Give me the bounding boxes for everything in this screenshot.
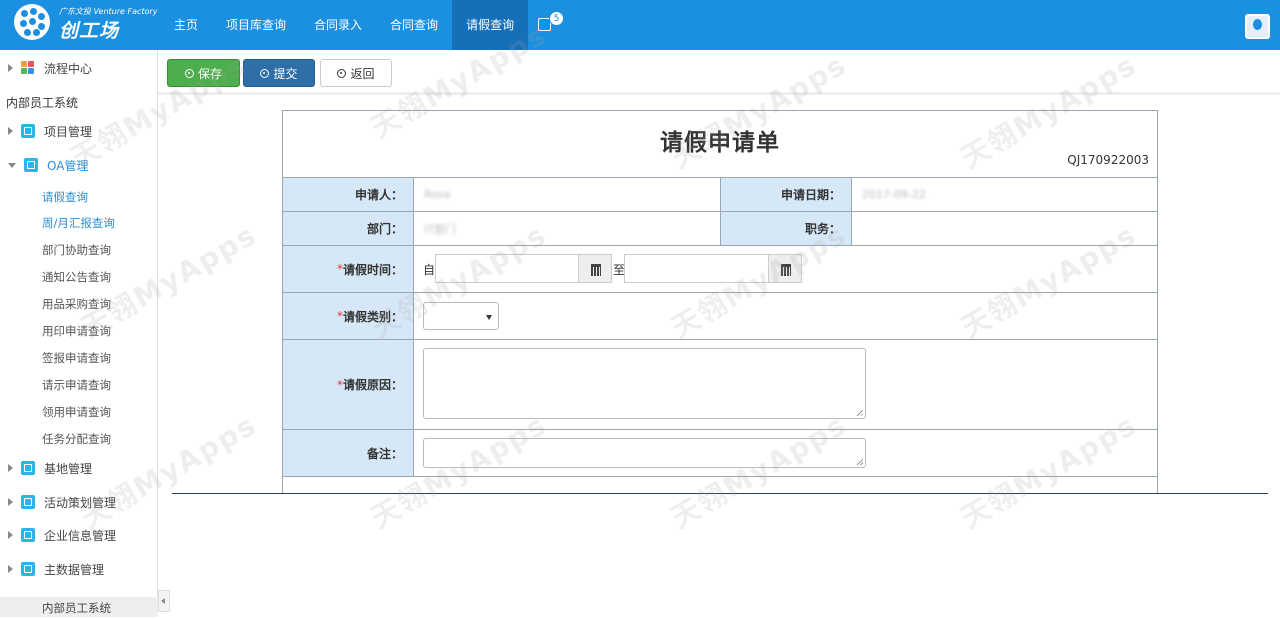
module-icon (21, 124, 35, 138)
sidebar-sub-task[interactable]: 任务分配查询 (42, 431, 111, 447)
apply-date-value: 2017-09-22 (862, 188, 926, 201)
submit-label: 提交 (273, 66, 298, 81)
from-text: 自 (423, 263, 436, 277)
sidebar-collapse-button[interactable] (158, 590, 170, 612)
sidebar-sub-seal[interactable]: 用印申请查询 (42, 323, 111, 339)
sidebar-item-activity[interactable]: 活动策划管理 (0, 487, 158, 517)
dept-label: 部门： (283, 212, 414, 245)
position-label: 职务： (721, 212, 852, 245)
sidebar-item-label: 活动策划管理 (44, 495, 117, 510)
logo-icon (14, 4, 50, 40)
sidebar-item-flow-center[interactable]: 流程中心 (0, 53, 158, 83)
sidebar-item-label: 项目管理 (44, 124, 93, 139)
form-row-dept: 部门： IT部门 职务： (283, 211, 1157, 245)
end-calendar-button[interactable] (768, 254, 802, 283)
sidebar-sub-purchase[interactable]: 用品采购查询 (42, 296, 111, 312)
sidebar-item-enterprise[interactable]: 企业信息管理 (0, 520, 158, 550)
sidebar-item-label: 流程中心 (44, 61, 93, 76)
caret-down-icon (8, 162, 16, 168)
start-calendar-button[interactable] (578, 254, 612, 283)
position-value (852, 212, 862, 245)
nav-contract-entry[interactable]: 合同录入 (300, 0, 376, 50)
form-row-reason: * 请假原因： (283, 339, 1157, 429)
reason-label: * 请假原因： (283, 340, 414, 429)
main-nav: 主页 项目库查询 合同录入 合同查询 请假查询 5 (160, 0, 565, 50)
reason-textarea[interactable] (423, 348, 866, 419)
submit-icon (260, 68, 270, 78)
caret-right-icon (8, 464, 13, 472)
submit-button[interactable]: 提交 (243, 59, 315, 87)
module-icon (21, 495, 35, 509)
form-row-remark: 备注： (283, 429, 1157, 476)
back-icon (337, 68, 347, 78)
form-row-leave-time: * 请假时间： 自 至 (283, 245, 1157, 292)
sidebar-sub-request[interactable]: 请示申请查询 (42, 377, 111, 393)
sidebar-sub-notice[interactable]: 通知公告查询 (42, 269, 111, 285)
sidebar-sub-leave-query[interactable]: 请假查询 (42, 189, 88, 205)
caret-right-icon (8, 498, 13, 506)
sidebar-item-label: 企业信息管理 (44, 528, 117, 543)
sidebar-item-master-data[interactable]: 主数据管理 (0, 554, 158, 584)
form-row-applicant: 申请人： Rose 申请日期： 2017-09-22 (283, 177, 1157, 211)
content-divider (172, 493, 1268, 494)
sidebar-sub-sign[interactable]: 签报申请查询 (42, 350, 111, 366)
sidebar-item-label: OA管理 (47, 158, 89, 173)
leave-form: 请假申请单 QJ170922003 申请人： Rose 申请日期： 2017-0… (282, 110, 1158, 494)
form-row-footer (283, 476, 1157, 493)
logo[interactable]: 广东文投 Venture Factory 创工场 (14, 4, 164, 44)
sidebar-item-label: 基地管理 (44, 461, 93, 476)
sidebar-footer[interactable]: 内部员工系统 (0, 597, 158, 617)
applicant-label: 申请人： (283, 178, 414, 211)
sidebar-sub-dept-assist[interactable]: 部门协助查询 (42, 242, 111, 258)
module-icon (21, 562, 35, 576)
caret-right-icon (8, 127, 13, 135)
sidebar-item-label: 主数据管理 (44, 562, 105, 577)
nav-project-query[interactable]: 项目库查询 (212, 0, 300, 50)
applicant-value: Rose (424, 188, 451, 201)
leave-time-text: 请假时间： (342, 262, 403, 277)
sidebar: 流程中心 内部员工系统 项目管理 OA管理 请假查询 周/月汇报查询 部门协助查… (0, 50, 158, 617)
module-icon (21, 528, 35, 542)
form-number: QJ170922003 (1067, 153, 1149, 167)
save-label: 保存 (197, 66, 222, 81)
nav-home[interactable]: 主页 (160, 0, 212, 50)
flow-center-icon (21, 61, 35, 75)
apply-date-label: 申请日期： (721, 178, 852, 211)
save-button[interactable]: 保存 (167, 59, 240, 87)
user-avatar[interactable] (1245, 14, 1270, 39)
caret-right-icon (8, 64, 13, 72)
reason-text: 请假原因： (342, 378, 403, 392)
nav-contract-query[interactable]: 合同查询 (376, 0, 452, 50)
end-date-input[interactable] (624, 254, 769, 283)
remark-label: 备注： (283, 430, 414, 476)
notification-button[interactable]: 5 (528, 0, 565, 50)
notification-badge: 5 (549, 11, 565, 26)
dept-value: IT部门 (424, 222, 456, 236)
caret-right-icon (8, 565, 13, 573)
sidebar-item-oa[interactable]: OA管理 (0, 150, 158, 180)
back-label: 返回 (350, 66, 375, 81)
module-icon (24, 158, 38, 172)
form-title: 请假申请单 (660, 130, 780, 156)
back-button[interactable]: 返回 (320, 59, 392, 87)
remark-textarea[interactable] (423, 438, 866, 468)
leave-type-select[interactable] (423, 302, 499, 330)
leave-type-text: 请假类别： (342, 309, 403, 324)
top-bar: 广东文投 Venture Factory 创工场 主页 项目库查询 合同录入 合… (0, 0, 1280, 50)
logo-title: 创工场 (59, 20, 120, 42)
start-date-input[interactable] (435, 254, 579, 283)
toolbar: 保存 提交 返回 (158, 50, 1280, 95)
save-icon (184, 68, 194, 78)
sidebar-sub-report-query[interactable]: 周/月汇报查询 (42, 215, 115, 231)
sidebar-item-base[interactable]: 基地管理 (0, 453, 158, 483)
leave-time-label: * 请假时间： (283, 246, 414, 292)
form-row-leave-type: * 请假类别： (283, 292, 1157, 339)
nav-leave-query[interactable]: 请假查询 (452, 0, 529, 50)
sidebar-sub-receive[interactable]: 领用申请查询 (42, 404, 111, 420)
caret-right-icon (8, 531, 13, 539)
sidebar-system-title: 内部员工系统 (6, 96, 79, 110)
sidebar-item-project[interactable]: 项目管理 (0, 116, 158, 146)
module-icon (21, 461, 35, 475)
leave-type-label: * 请假类别： (283, 293, 414, 339)
